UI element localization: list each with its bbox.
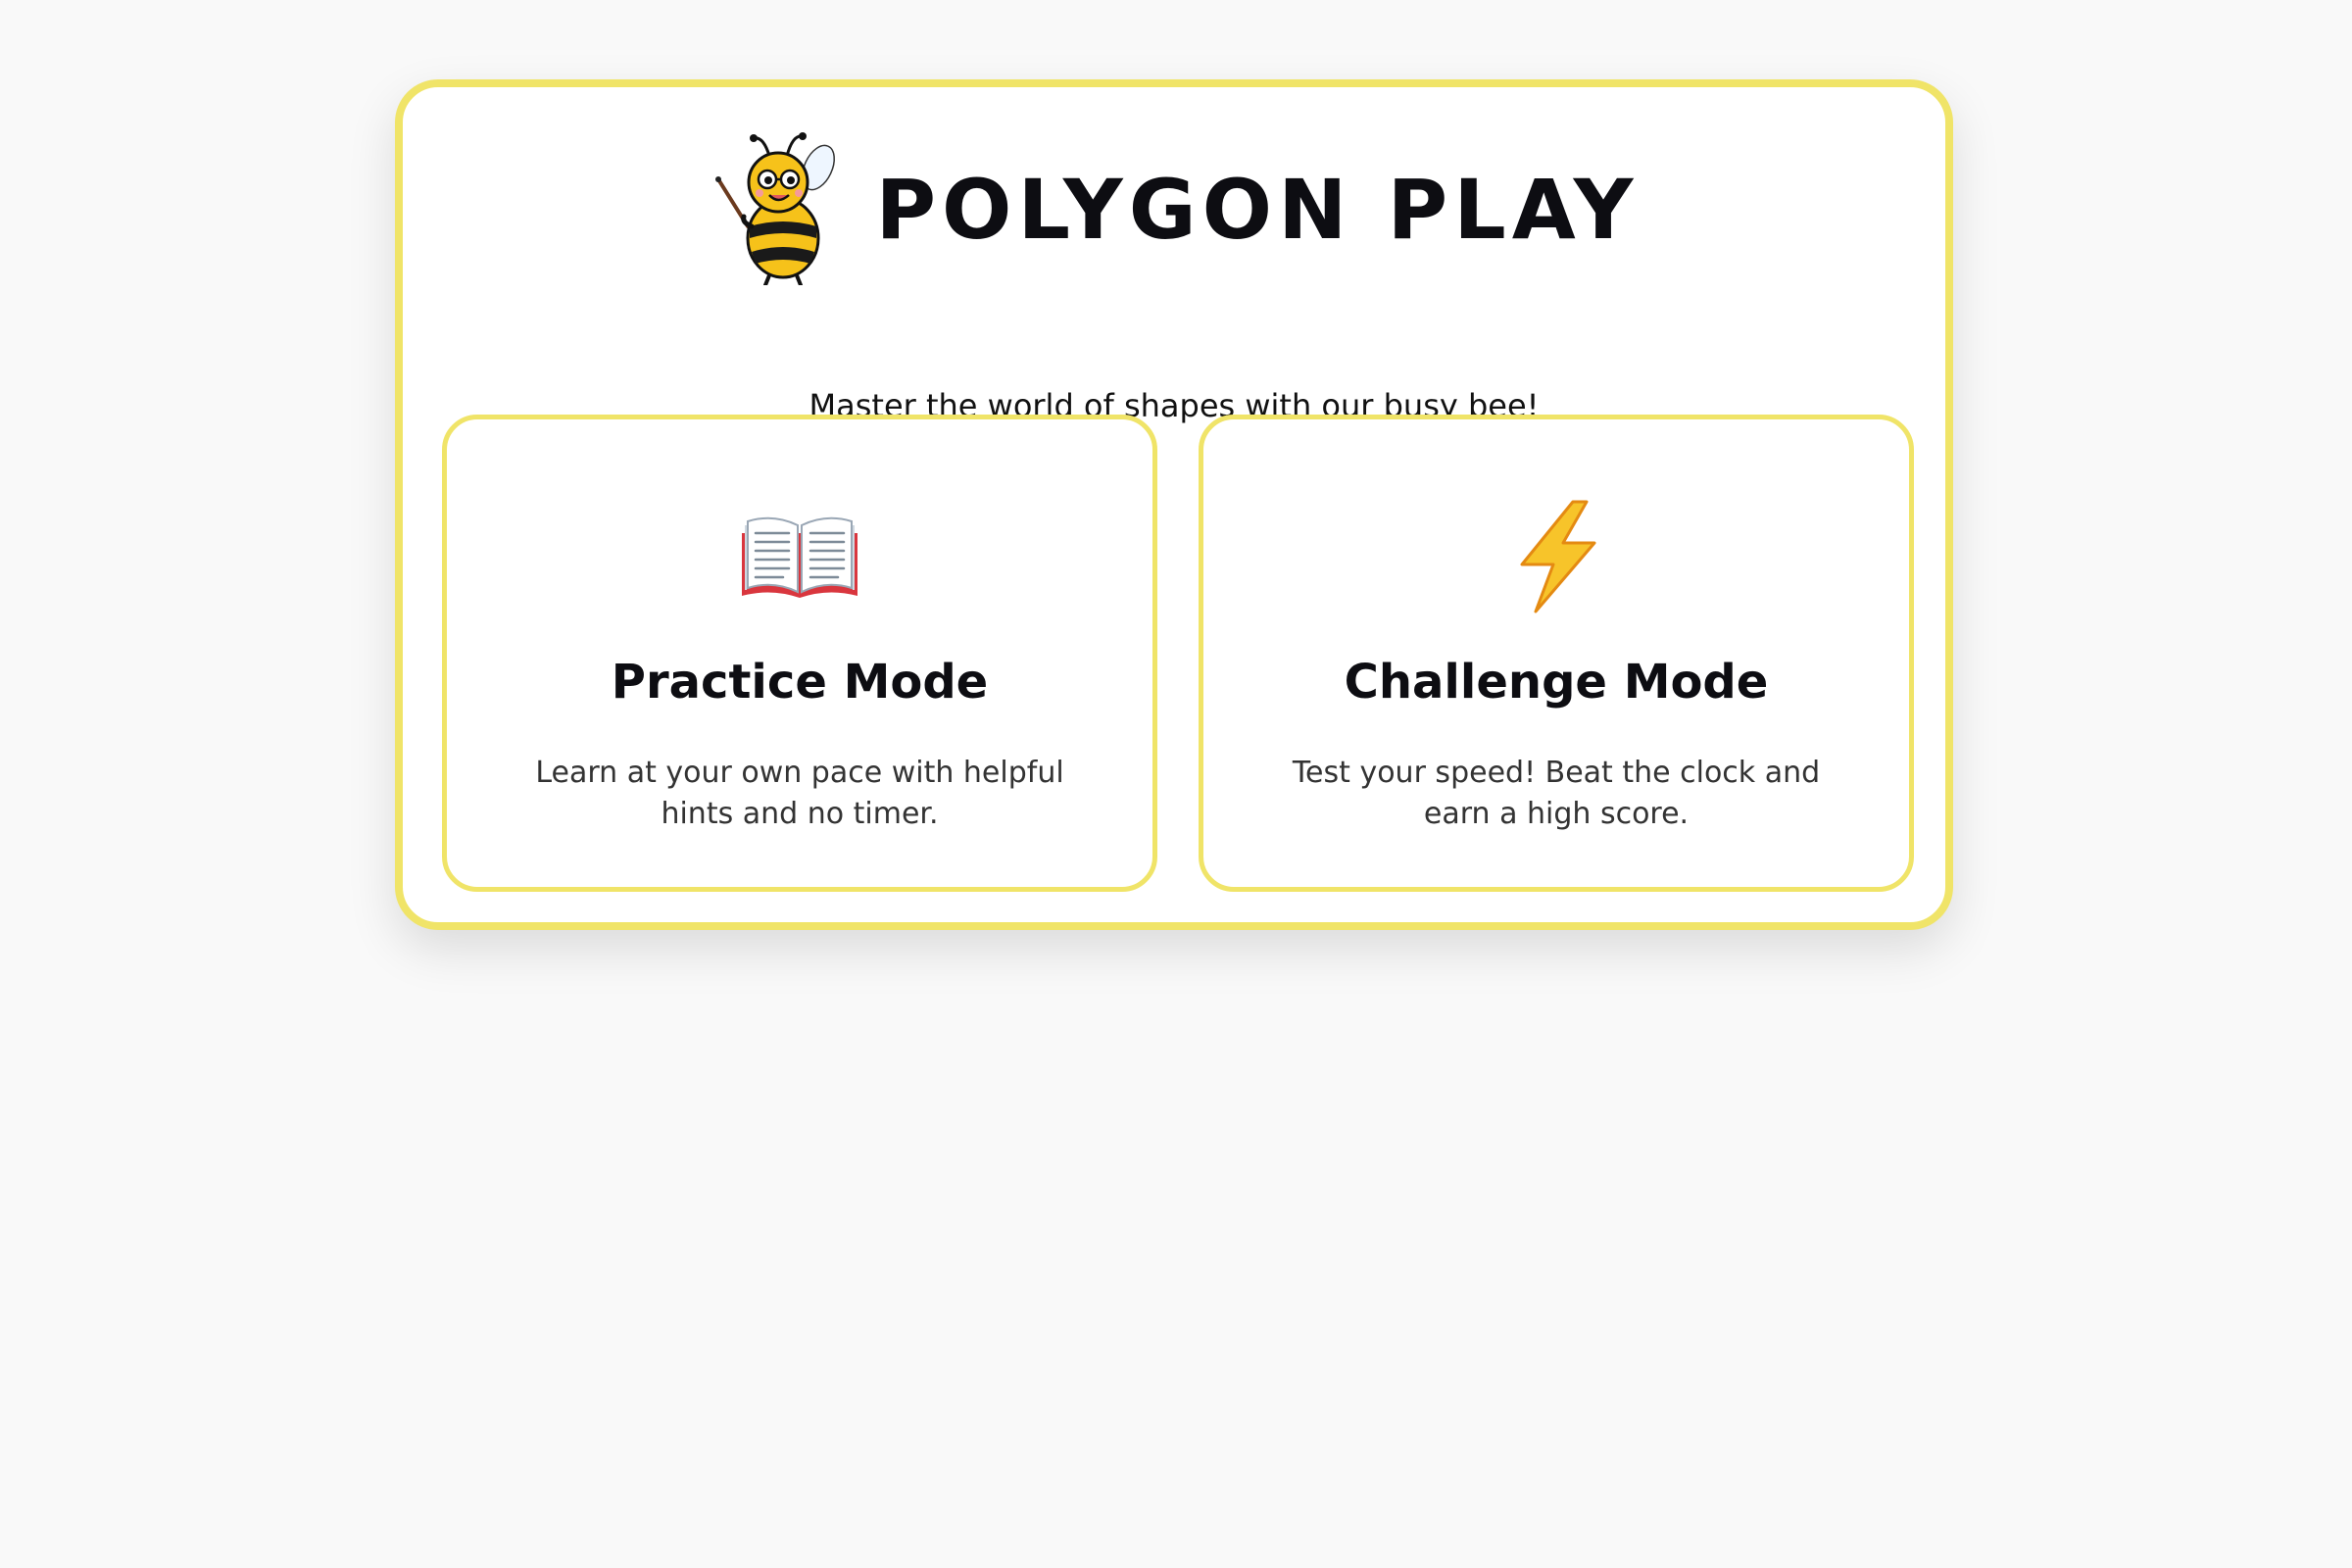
practice-mode-card[interactable]: Practice Mode Learn at your own pace wit… [442, 415, 1157, 892]
challenge-mode-title: Challenge Mode [1344, 655, 1769, 710]
bee-mascot-icon [715, 132, 836, 285]
challenge-mode-description: Test your speed! Beat the clock and earn… [1292, 756, 1821, 831]
practice-mode-description: Learn at your own pace with helpful hint… [535, 756, 1064, 831]
page-title: POLYGON PLAY [875, 162, 1640, 258]
lightning-bolt-icon [1203, 498, 1909, 615]
open-book-icon [447, 498, 1152, 615]
practice-mode-title: Practice Mode [611, 655, 989, 710]
header: POLYGON PLAY [403, 128, 1945, 285]
challenge-mode-card[interactable]: Challenge Mode Test your speed! Beat the… [1199, 415, 1914, 892]
main-card: POLYGON PLAY Master the world of shapes … [395, 79, 1953, 930]
